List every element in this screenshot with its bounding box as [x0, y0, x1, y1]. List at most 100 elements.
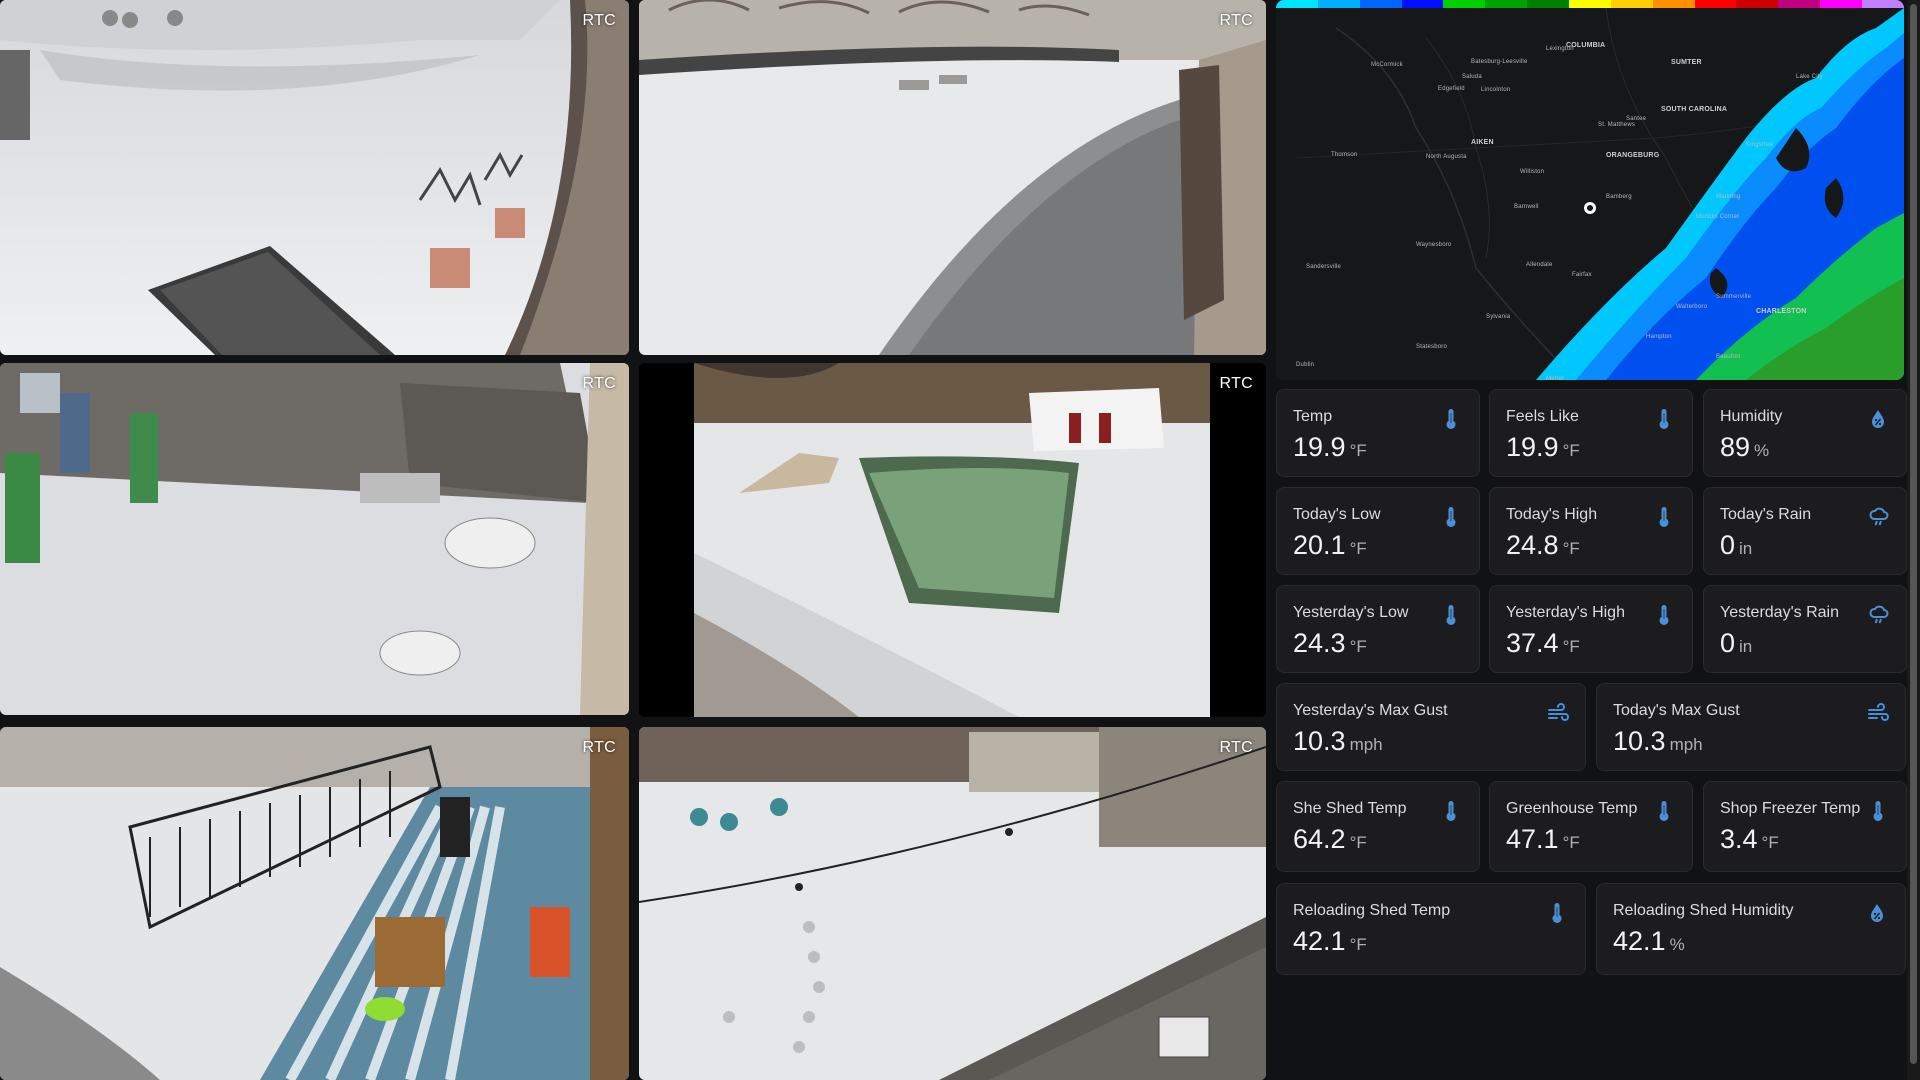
thermometer-icon — [1441, 604, 1461, 626]
sensor-card-yesterday-s-rain[interactable]: Yesterday's Rain 0 in — [1703, 585, 1907, 673]
sensor-card-reloading-shed-humidity[interactable]: Reloading Shed Humidity 42.1% — [1596, 883, 1906, 975]
sensor-reading: 10.3 mph — [1293, 726, 1383, 757]
map-city-label: Statesboro — [1416, 344, 1448, 350]
sensor-label: Reloading Shed Humidity — [1613, 902, 1794, 919]
sensor-card-today-s-high[interactable]: Today's High 24.8 °F — [1489, 487, 1693, 575]
sensor-label: Reloading Shed Temp — [1293, 902, 1451, 919]
sensor-card-yesterday-s-max-gust[interactable]: Yesterday's Max Gust 10.3 mph — [1276, 683, 1586, 771]
sensor-label: Greenhouse Temp — [1506, 800, 1638, 817]
sensor-label: Today's Low — [1293, 506, 1381, 523]
sensor-card-yesterday-s-high[interactable]: Yesterday's High 37.4 °F — [1489, 585, 1693, 673]
thermometer-icon — [1868, 800, 1888, 822]
thermometer-icon — [1441, 506, 1461, 528]
sensor-reading: 42.1% — [1613, 926, 1685, 957]
sensor-card-temp[interactable]: Temp 19.9 °F — [1276, 389, 1480, 477]
thermometer-icon — [1654, 506, 1674, 528]
sensor-unit: °F — [1349, 539, 1367, 558]
sensor-card-today-s-low[interactable]: Today's Low 20.1 °F — [1276, 487, 1480, 575]
sensor-unit: °F — [1562, 539, 1580, 558]
legend-swatch — [1862, 0, 1904, 8]
sensor-value: 42.1 — [1293, 926, 1346, 956]
legend-swatch — [1820, 0, 1863, 8]
sensor-card-today-s-max-gust[interactable]: Today's Max Gust 10.3 mph — [1596, 683, 1906, 771]
camera-feed-front-yard[interactable]: RTC — [0, 0, 629, 355]
sensor-card-humidity[interactable]: Humidity 89% — [1703, 389, 1907, 477]
camera-image — [0, 363, 629, 715]
sensor-value: 20.1 — [1293, 530, 1346, 560]
map-city-label: AIKEN — [1471, 139, 1494, 146]
map-city-label: Edgefield — [1438, 86, 1465, 92]
weather-radar-map[interactable]: COLUMBIA SUMTER SOUTH CAROLINA AIKEN ORANGEB… — [1276, 0, 1904, 380]
sensor-label: Yesterday's High — [1506, 604, 1625, 621]
map-city-label: Fairfax — [1572, 272, 1592, 278]
map-city-label: ORANGEBURG — [1606, 152, 1660, 159]
sensor-card-shop-freezer-temp[interactable]: Shop Freezer Temp 3.4 °F — [1703, 781, 1907, 872]
water-percent-icon — [1867, 902, 1887, 924]
map-city-label: Lexington — [1546, 46, 1574, 52]
rtc-badge: RTC — [582, 375, 616, 392]
sensor-unit: °F — [1562, 637, 1580, 656]
thermometer-icon — [1654, 604, 1674, 626]
legend-swatch — [1694, 0, 1737, 8]
sensor-unit: mph — [1669, 735, 1703, 754]
sensor-unit: °F — [1761, 833, 1779, 852]
map-city-label: Saluda — [1462, 74, 1482, 80]
sensor-unit: % — [1754, 441, 1770, 460]
thermometer-icon — [1547, 902, 1567, 924]
map-city-label: Lincolnton — [1481, 87, 1511, 93]
map-city-label: Barnwell — [1514, 204, 1539, 210]
sensor-label: Yesterday's Rain — [1720, 604, 1839, 621]
sensor-reading: 89% — [1720, 432, 1769, 463]
sensor-reading: 10.3 mph — [1613, 726, 1703, 757]
legend-swatch — [1610, 0, 1653, 8]
legend-swatch — [1401, 0, 1444, 8]
sensor-reading: 0 in — [1720, 628, 1752, 659]
scrollbar-thumb[interactable] — [1910, 4, 1917, 1064]
page-scrollbar[interactable] — [1907, 0, 1920, 1080]
sensor-card-greenhouse-temp[interactable]: Greenhouse Temp 47.1 °F — [1489, 781, 1693, 872]
map-city-label: St. Matthews — [1598, 122, 1636, 128]
map-city-label: Thomson — [1331, 152, 1358, 158]
camera-image — [639, 363, 1266, 717]
sensor-reading: 47.1 °F — [1506, 824, 1580, 855]
radar-color-legend — [1276, 0, 1904, 8]
thermometer-icon — [1654, 408, 1674, 430]
sensor-label: Feels Like — [1506, 408, 1579, 425]
sensor-unit: °F — [1562, 441, 1580, 460]
sensor-reading: 42.1 °F — [1293, 926, 1367, 957]
camera-feed-back-porch[interactable]: RTC — [0, 727, 629, 1080]
sensor-label: Humidity — [1720, 408, 1783, 425]
sensor-reading: 0 in — [1720, 530, 1752, 561]
map-city-label: Walterboro — [1676, 304, 1708, 310]
sensor-card-today-s-rain[interactable]: Today's Rain 0 in — [1703, 487, 1907, 575]
camera-feed-side-yard[interactable]: RTC — [639, 0, 1266, 355]
sensor-card-she-shed-temp[interactable]: She Shed Temp 64.2 °F — [1276, 781, 1480, 872]
sensor-label: Today's High — [1506, 506, 1598, 523]
sensor-card-feels-like[interactable]: Feels Like 19.9 °F — [1489, 389, 1693, 477]
sensor-label: She Shed Temp — [1293, 800, 1407, 817]
sensor-card-reloading-shed-temp[interactable]: Reloading Shed Temp 42.1 °F — [1276, 883, 1586, 975]
rtc-badge: RTC — [1219, 375, 1253, 392]
map-city-label: Summerville — [1716, 294, 1752, 300]
sensor-value: 37.4 — [1506, 628, 1559, 658]
map-city-label: Williston — [1520, 169, 1545, 175]
map-city-label: CHARLESTON — [1756, 308, 1807, 315]
legend-swatch — [1359, 0, 1402, 8]
camera-feed-back-garden[interactable]: RTC — [0, 363, 629, 715]
sensor-card-yesterday-s-low[interactable]: Yesterday's Low 24.3 °F — [1276, 585, 1480, 673]
sensor-reading: 3.4 °F — [1720, 824, 1779, 855]
rtc-badge: RTC — [1219, 739, 1253, 756]
sensor-unit: mph — [1349, 735, 1383, 754]
camera-feed-backyard-patio[interactable]: RTC — [639, 727, 1266, 1080]
water-percent-icon — [1868, 408, 1888, 430]
map-city-label: McCormick — [1371, 62, 1403, 68]
sensor-unit: in — [1739, 637, 1753, 656]
sensor-unit: °F — [1349, 935, 1367, 954]
map-city-label: Beaufort — [1716, 354, 1741, 360]
camera-feed-pool[interactable]: RTC — [639, 363, 1266, 717]
sensor-unit: % — [1669, 935, 1685, 954]
map-city-label: Allendale — [1526, 262, 1553, 268]
sensor-value: 24.8 — [1506, 530, 1559, 560]
sensor-reading: 64.2 °F — [1293, 824, 1367, 855]
map-city-label: Bamberg — [1606, 194, 1632, 200]
